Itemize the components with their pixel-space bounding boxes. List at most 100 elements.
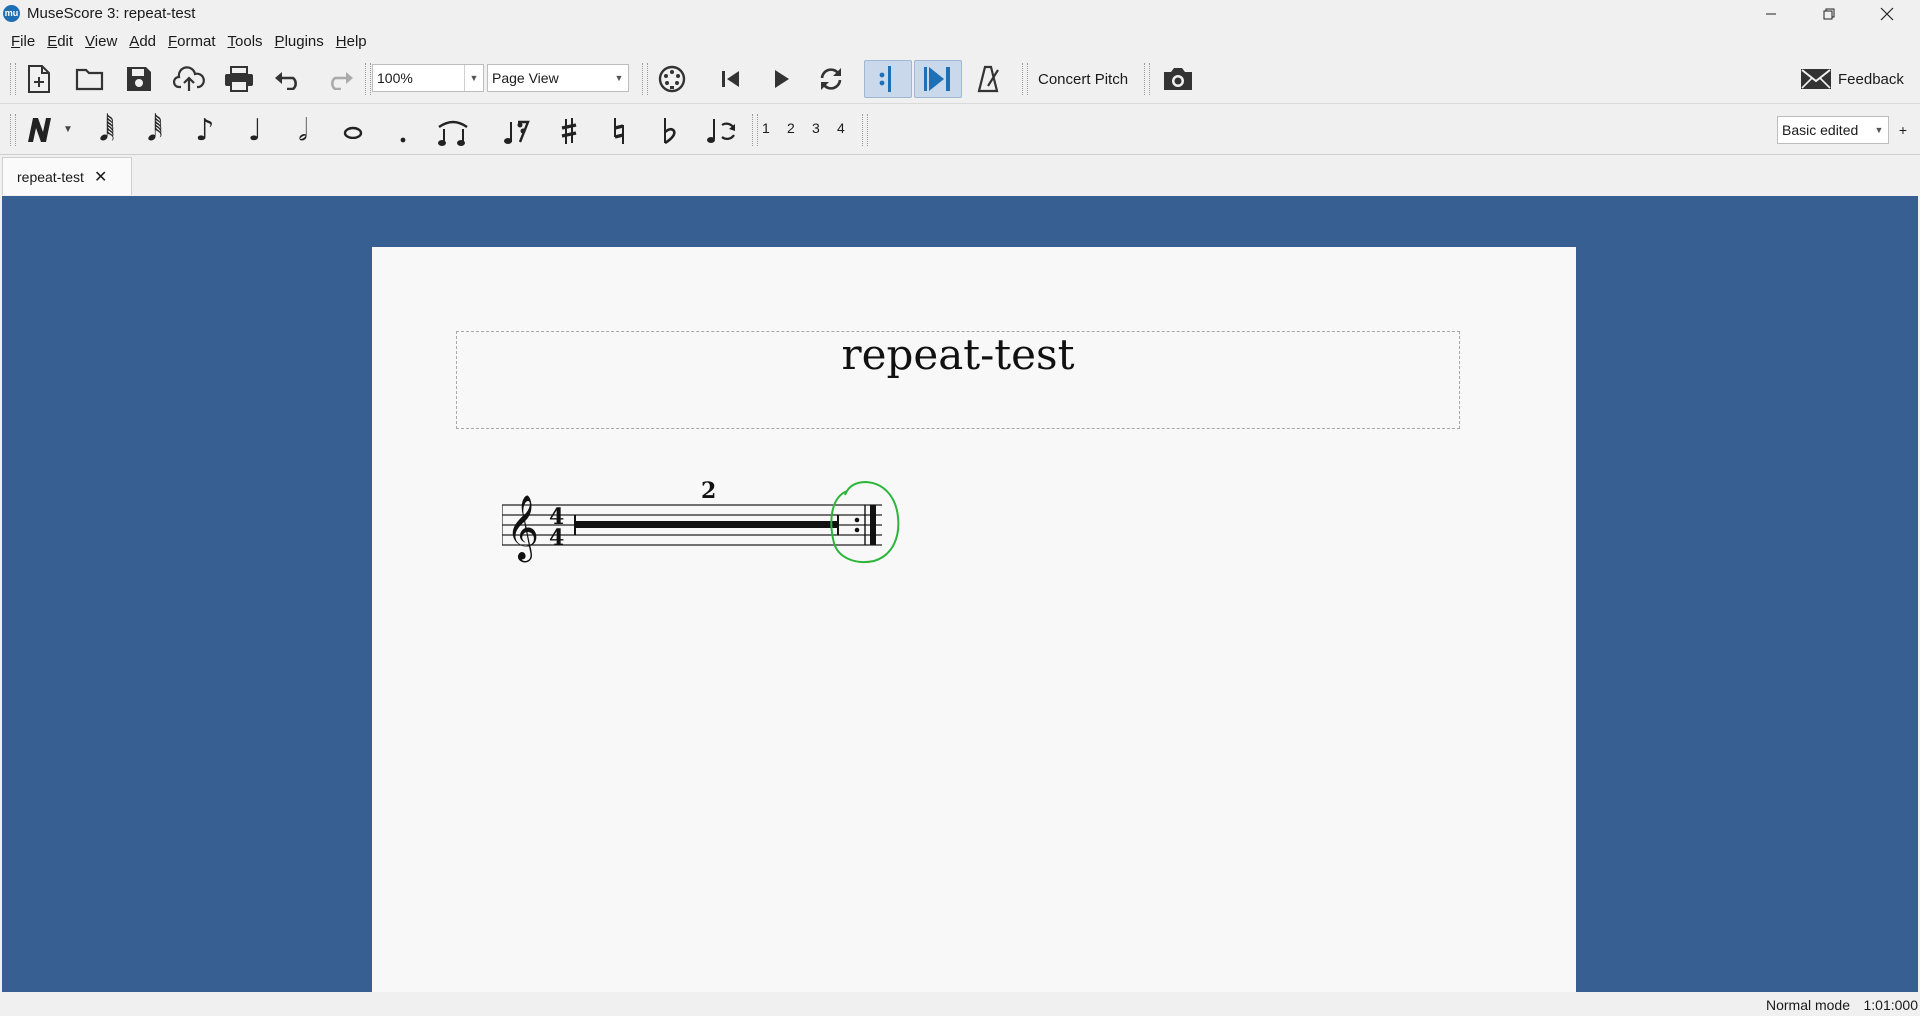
menu-edit[interactable]: Edit — [42, 33, 80, 50]
chevron-down-icon[interactable]: ▼ — [1870, 117, 1888, 143]
save-score-button[interactable] — [122, 62, 156, 96]
flat-icon — [664, 118, 676, 145]
menu-plugins[interactable]: Plugins — [270, 33, 331, 50]
menu-file[interactable]: File — [6, 33, 42, 50]
restore-icon — [1823, 8, 1835, 20]
loop-out-button[interactable] — [914, 60, 962, 98]
open-score-button[interactable] — [72, 62, 108, 96]
concert-pitch-button[interactable]: Concert Pitch — [1032, 65, 1134, 93]
menu-help[interactable]: Help — [331, 33, 374, 50]
half-note-icon[interactable]: 𝅗𝅥 — [284, 112, 322, 150]
add-workspace-button[interactable]: + — [1894, 118, 1912, 142]
zoom-value: 100% — [377, 70, 413, 86]
augmentation-dot-button[interactable] — [384, 112, 422, 150]
new-score-button[interactable] — [22, 62, 56, 96]
envelope-icon — [1801, 69, 1831, 89]
image-capture-button[interactable] — [1158, 62, 1198, 96]
toolbar-grip[interactable] — [752, 114, 758, 146]
workspace-value: Basic edited — [1782, 122, 1859, 138]
tab-label: repeat-test — [17, 168, 84, 185]
close-tab-icon[interactable]: ✕ — [94, 167, 107, 187]
staff[interactable]: 𝄞 4 4 2 — [502, 457, 962, 577]
toolbar-grip[interactable] — [642, 63, 648, 95]
voice-1-button[interactable]: 1 — [762, 120, 770, 136]
view-mode-combobox[interactable]: Page View ▼ — [487, 64, 629, 92]
toolbar-grip[interactable] — [1022, 63, 1028, 95]
musescore-app-icon[interactable]: mu — [3, 5, 20, 22]
menu-tools[interactable]: Tools — [223, 33, 270, 50]
undo-icon — [275, 72, 297, 90]
save-icon — [127, 67, 151, 91]
print-button[interactable] — [220, 62, 258, 96]
toolbar-grip[interactable] — [10, 114, 16, 146]
play-icon — [775, 70, 789, 88]
chevron-down-icon[interactable]: ▼ — [610, 65, 628, 91]
tie-button[interactable] — [432, 112, 474, 150]
feedback-label[interactable]: Feedback — [1838, 65, 1904, 93]
natural-button[interactable] — [600, 112, 638, 150]
multimeasure-rest[interactable] — [574, 515, 839, 535]
status-bar: Normal mode 1:01:000 — [0, 993, 1920, 1016]
note-input-mode-button[interactable] — [22, 112, 56, 146]
chevron-down-icon[interactable]: ▼ — [464, 65, 483, 91]
feedback-button[interactable] — [1798, 62, 1834, 96]
multimeasure-rest-count[interactable]: 2 — [701, 478, 716, 504]
flat-button[interactable] — [650, 112, 688, 150]
quarter-note-icon[interactable]: ♩ — [236, 112, 274, 150]
toolbar-grip[interactable] — [365, 63, 371, 95]
redo-button[interactable] — [322, 62, 358, 96]
voice-4-button[interactable]: 4 — [837, 120, 845, 136]
play-button[interactable] — [764, 62, 798, 96]
metronome-button[interactable] — [972, 62, 1006, 96]
treble-clef-icon[interactable]: 𝄞 — [506, 495, 539, 562]
workspace-combobox[interactable]: Basic edited ▼ — [1777, 116, 1889, 144]
restore-button[interactable] — [1800, 0, 1858, 28]
status-position: 1:01:000 — [1863, 997, 1919, 1013]
toolbar-grip[interactable] — [862, 114, 868, 146]
zoom-combobox[interactable]: 100% ▼ — [372, 64, 484, 92]
undo-button[interactable] — [270, 62, 306, 96]
score-canvas[interactable]: repeat-test 𝄞 4 4 2 — [2, 196, 1918, 992]
voice-3-button[interactable]: 3 — [812, 120, 820, 136]
sixty-fourth-note-icon[interactable]: 𝅘𝅥𝅲 — [88, 112, 126, 150]
eighth-note-icon[interactable]: ♪ — [186, 112, 224, 150]
flip-direction-icon — [707, 119, 736, 143]
midi-connector-icon — [658, 65, 686, 93]
close-icon — [1880, 7, 1894, 21]
score-page[interactable]: repeat-test 𝄞 4 4 2 — [372, 247, 1576, 992]
menu-view[interactable]: View — [80, 33, 124, 50]
rest-button[interactable] — [496, 112, 536, 150]
toolbar-grip[interactable] — [10, 63, 16, 95]
midi-input-button[interactable] — [654, 62, 690, 96]
rest-icon — [504, 120, 530, 144]
score-tab-bar: repeat-test ✕ — [0, 155, 1920, 195]
note-input-toolbar: ▼ 𝅘𝅥𝅲 𝅘𝅥𝅱 ♪ ♩ 𝅗𝅥 1 2 3 4 Basic edited ▼ … — [0, 104, 1920, 155]
score-title[interactable]: repeat-test — [457, 330, 1459, 379]
title-frame[interactable]: repeat-test — [456, 330, 1460, 429]
whole-note-icon[interactable] — [334, 112, 372, 150]
tab-repeat-test[interactable]: repeat-test ✕ — [2, 157, 132, 195]
save-online-button[interactable] — [170, 62, 208, 96]
flip-direction-button[interactable] — [700, 112, 742, 150]
loop-out-icon — [924, 67, 950, 91]
menu-format[interactable]: Format — [163, 33, 223, 50]
chevron-down-icon[interactable]: ▼ — [60, 118, 76, 140]
camera-icon — [1164, 68, 1192, 90]
menu-bar: File Edit View Add Format Tools Plugins … — [0, 29, 374, 53]
menu-add[interactable]: Add — [124, 33, 163, 50]
dot-icon — [400, 137, 406, 143]
minimize-button[interactable] — [1742, 0, 1800, 28]
view-mode-value: Page View — [492, 70, 559, 86]
voice-2-button[interactable]: 2 — [787, 120, 795, 136]
thirty-second-note-icon[interactable]: 𝅘𝅥𝅱 — [136, 112, 174, 150]
loop-playback-button[interactable] — [814, 62, 848, 96]
sharp-button[interactable] — [550, 112, 588, 150]
toolbar-grip[interactable] — [1144, 63, 1150, 95]
time-signature-bottom[interactable]: 4 — [549, 525, 564, 551]
sharp-icon — [561, 118, 577, 144]
loop-in-button[interactable] — [864, 60, 912, 98]
redo-icon — [331, 72, 353, 90]
minimize-icon — [1766, 13, 1776, 15]
close-window-button[interactable] — [1858, 0, 1916, 28]
rewind-button[interactable] — [714, 62, 748, 96]
